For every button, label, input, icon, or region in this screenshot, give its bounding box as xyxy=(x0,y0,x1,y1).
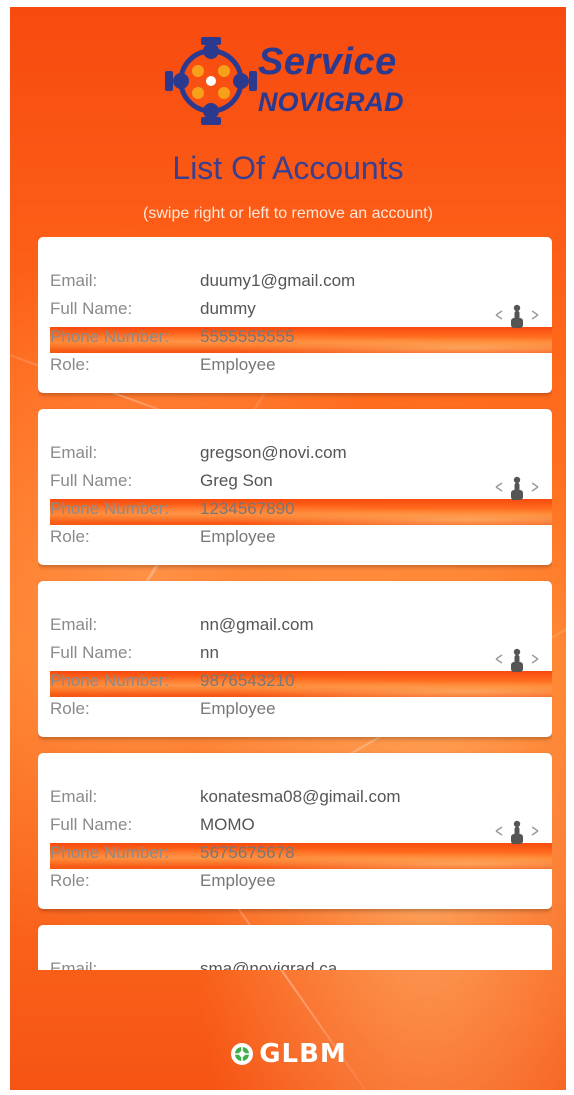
swipe-hand-icon xyxy=(495,476,539,500)
phone-row: Phone Number: 5555555555 xyxy=(50,327,552,353)
accounts-list[interactable]: Email: duumy1@gmail.com Full Name: dummy… xyxy=(38,237,552,970)
phone-label: Phone Number: xyxy=(50,327,170,346)
email-label: Email: xyxy=(50,959,98,970)
gear-people-icon xyxy=(165,37,257,125)
phone-label: Phone Number: xyxy=(50,499,170,518)
phone-value: 5675675678 xyxy=(200,843,295,862)
email-label: Email: xyxy=(50,443,98,462)
full-name-value: Greg Son xyxy=(200,471,273,490)
phone-value: 5555555555 xyxy=(200,327,295,346)
account-card[interactable]: Email: gregson@novi.com Full Name: Greg … xyxy=(38,409,552,565)
swipe-hint: (swipe right or left to remove an accoun… xyxy=(143,205,433,222)
globe-icon xyxy=(231,1043,254,1065)
account-card[interactable]: Email: sma@novigrad.ca xyxy=(38,925,552,970)
app-header: Service NOVIGRAD xyxy=(10,37,566,127)
swipe-hand-icon xyxy=(495,648,539,672)
email-value: duumy1@gmail.com xyxy=(200,271,356,290)
email-value: sma@novigrad.ca xyxy=(200,959,338,970)
full-name-value: dummy xyxy=(200,299,256,318)
phone-value: 9876543210 xyxy=(200,671,295,690)
email-label: Email: xyxy=(50,615,98,634)
email-value: nn@gmail.com xyxy=(200,615,314,634)
footer-brand: GLBM xyxy=(10,1039,566,1072)
account-card[interactable]: Email: konatesma08@gimail.com Full Name:… xyxy=(38,753,552,909)
phone-row: Phone Number: 1234567890 xyxy=(50,499,552,525)
account-card[interactable]: Email: duumy1@gmail.com Full Name: dummy… xyxy=(38,237,552,393)
full-name-value: MOMO xyxy=(200,815,255,834)
phone-row: Phone Number: 9876543210 xyxy=(50,671,552,697)
app-screen: Service NOVIGRAD List Of Accounts (swipe… xyxy=(10,7,566,1090)
role-value: Employee xyxy=(200,355,276,374)
role-label: Role: xyxy=(50,527,90,546)
phone-value: 1234567890 xyxy=(200,499,295,518)
role-label: Role: xyxy=(50,699,90,718)
page-title: List Of Accounts xyxy=(172,150,404,186)
footer-brand-text: GLBM xyxy=(259,1039,347,1069)
phone-label: Phone Number: xyxy=(50,671,170,690)
full-name-label: Full Name: xyxy=(50,471,133,490)
role-label: Role: xyxy=(50,355,90,374)
full-name-label: Full Name: xyxy=(50,815,133,834)
phone-row: Phone Number: 5675675678 xyxy=(50,843,552,869)
full-name-value: nn xyxy=(200,643,219,662)
email-label: Email: xyxy=(50,271,98,290)
role-value: Employee xyxy=(200,527,276,546)
account-card[interactable]: Email: nn@gmail.com Full Name: nn Phone … xyxy=(38,581,552,737)
logo-text-service: Service xyxy=(258,41,397,83)
email-value: gregson@novi.com xyxy=(200,443,347,462)
full-name-label: Full Name: xyxy=(50,299,133,318)
logo-text-novigrad: NOVIGRAD xyxy=(258,87,404,117)
swipe-hand-icon xyxy=(495,304,539,328)
role-label: Role: xyxy=(50,871,90,890)
full-name-label: Full Name: xyxy=(50,643,133,662)
email-label: Email: xyxy=(50,787,98,806)
phone-label: Phone Number: xyxy=(50,843,170,862)
role-value: Employee xyxy=(200,871,276,890)
email-value: konatesma08@gimail.com xyxy=(200,787,401,806)
swipe-hand-icon xyxy=(495,820,539,844)
role-value: Employee xyxy=(200,699,276,718)
